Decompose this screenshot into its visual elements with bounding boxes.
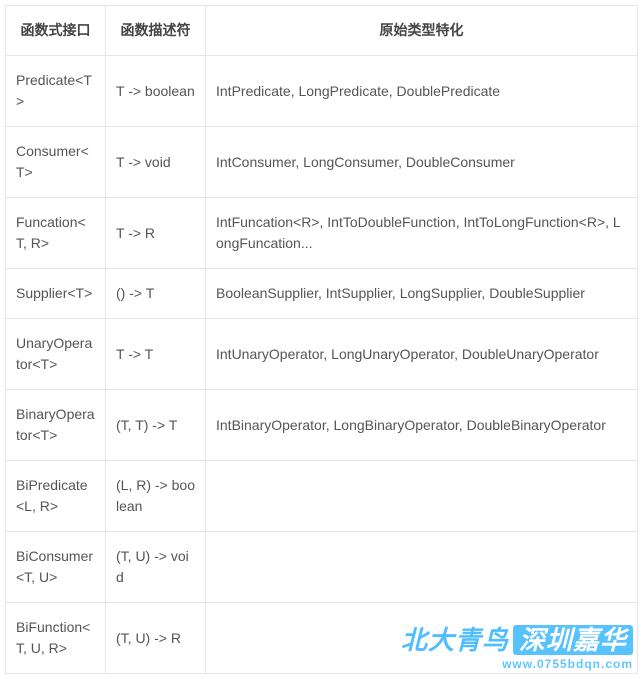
cell-iface: BinaryOperator<T> — [6, 390, 106, 461]
cell-desc: T -> boolean — [106, 56, 206, 127]
table-header-row: 函数式接口 函数描述符 原始类型特化 — [6, 6, 638, 56]
functional-interface-table: 函数式接口 函数描述符 原始类型特化 Predicate<T>T -> bool… — [5, 5, 638, 674]
cell-spec — [206, 461, 638, 532]
table-row: Supplier<T>() -> TBooleanSupplier, IntSu… — [6, 269, 638, 319]
table-row: Funcation<T, R>T -> RIntFuncation<R>, In… — [6, 198, 638, 269]
header-descriptor: 函数描述符 — [106, 6, 206, 56]
cell-iface: Funcation<T, R> — [6, 198, 106, 269]
table-row: Predicate<T>T -> booleanIntPredicate, Lo… — [6, 56, 638, 127]
cell-spec: IntConsumer, LongConsumer, DoubleConsume… — [206, 127, 638, 198]
cell-desc: (L, R) -> boolean — [106, 461, 206, 532]
table-row: BinaryOperator<T>(T, T) -> TIntBinaryOpe… — [6, 390, 638, 461]
cell-spec — [206, 532, 638, 603]
table-row: UnaryOperator<T>T -> TIntUnaryOperator, … — [6, 319, 638, 390]
header-interface: 函数式接口 — [6, 6, 106, 56]
cell-spec: IntPredicate, LongPredicate, DoublePredi… — [206, 56, 638, 127]
cell-spec: IntFuncation<R>, IntToDoubleFunction, In… — [206, 198, 638, 269]
cell-spec: IntBinaryOperator, LongBinaryOperator, D… — [206, 390, 638, 461]
cell-spec: BooleanSupplier, IntSupplier, LongSuppli… — [206, 269, 638, 319]
cell-desc: T -> void — [106, 127, 206, 198]
header-specialization: 原始类型特化 — [206, 6, 638, 56]
table-row: Consumer<T>T -> voidIntConsumer, LongCon… — [6, 127, 638, 198]
cell-desc: (T, U) -> void — [106, 532, 206, 603]
cell-desc: (T, U) -> R — [106, 603, 206, 674]
table-row: BiConsumer<T, U>(T, U) -> void — [6, 532, 638, 603]
cell-iface: BiPredicate<L, R> — [6, 461, 106, 532]
cell-desc: () -> T — [106, 269, 206, 319]
cell-iface: BiFunction<T, U, R> — [6, 603, 106, 674]
cell-iface: Consumer<T> — [6, 127, 106, 198]
cell-desc: T -> T — [106, 319, 206, 390]
cell-spec — [206, 603, 638, 674]
cell-desc: T -> R — [106, 198, 206, 269]
cell-iface: Predicate<T> — [6, 56, 106, 127]
table-row: BiPredicate<L, R>(L, R) -> boolean — [6, 461, 638, 532]
cell-iface: Supplier<T> — [6, 269, 106, 319]
cell-spec: IntUnaryOperator, LongUnaryOperator, Dou… — [206, 319, 638, 390]
cell-iface: BiConsumer<T, U> — [6, 532, 106, 603]
table-row: BiFunction<T, U, R>(T, U) -> R — [6, 603, 638, 674]
cell-iface: UnaryOperator<T> — [6, 319, 106, 390]
cell-desc: (T, T) -> T — [106, 390, 206, 461]
